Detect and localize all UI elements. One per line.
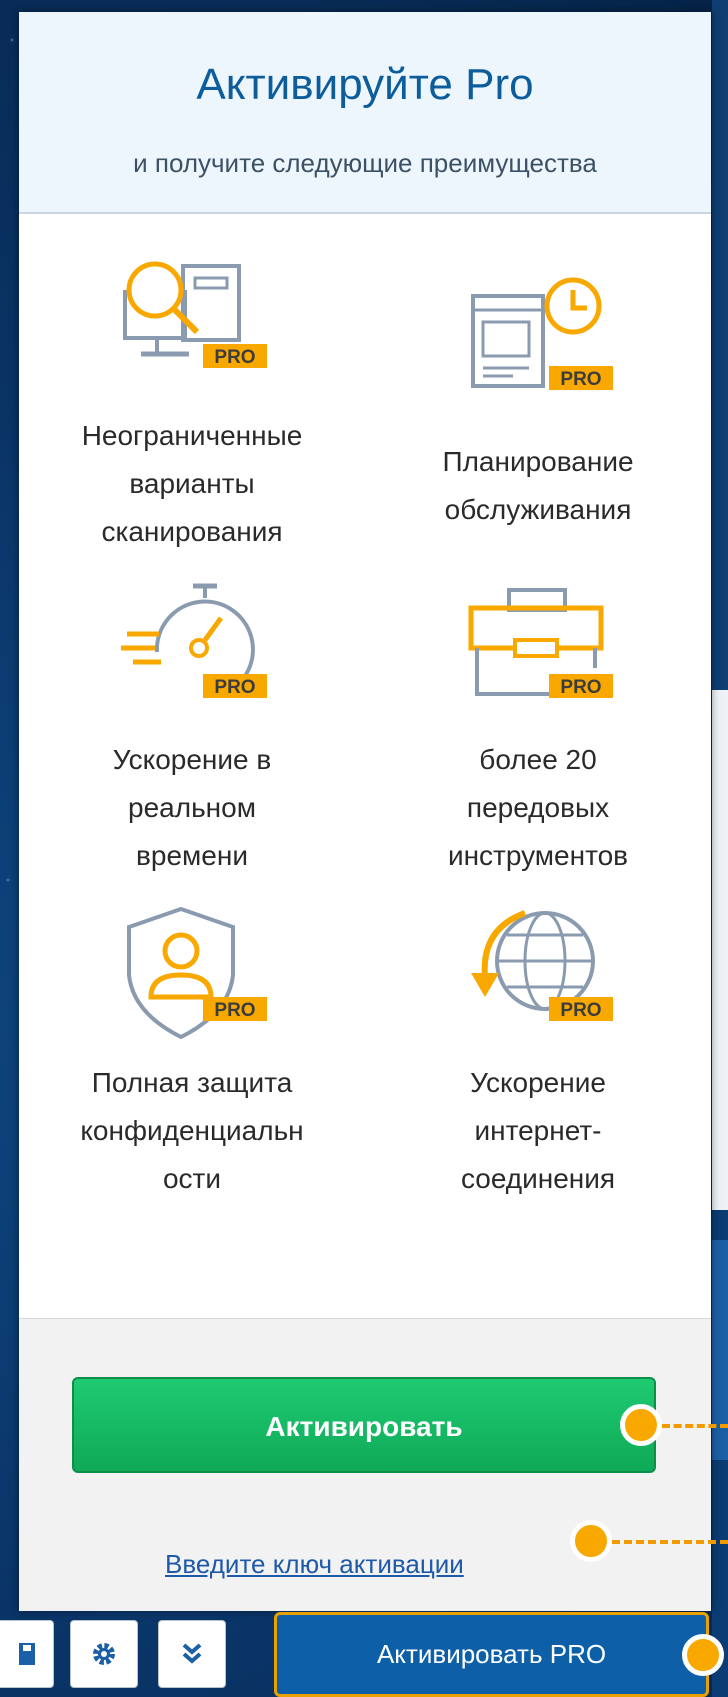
feature-label: Ускорение интернет- соединения [460, 1067, 616, 1194]
activate-pro-popup: Активируйте Pro и получите следующие пре… [19, 12, 711, 1611]
chevron-double-down-icon [182, 1643, 202, 1664]
callout-line [662, 1424, 728, 1428]
activate-pro-button[interactable]: Активировать PRO [274, 1612, 709, 1697]
toolbox-icon: PRO [468, 588, 613, 698]
popup-header: Активируйте Pro и получите следующие пре… [19, 12, 711, 214]
pro-badge: PRO [214, 1000, 255, 1021]
pro-badge: PRO [214, 677, 255, 698]
expand-more-button[interactable] [158, 1620, 226, 1688]
enter-activation-key-link[interactable]: Введите ключ активации [165, 1549, 464, 1580]
pro-badge: PRO [560, 1000, 601, 1021]
popup-footer: Активировать Введите ключ активации [19, 1318, 711, 1611]
save-button[interactable] [0, 1620, 54, 1688]
save-icon [19, 1643, 35, 1665]
feature-privacy-protection: PRO Полная защита конфиденциальн ости [19, 905, 365, 1245]
pro-badge: PRO [214, 347, 255, 368]
feature-label: Планирование обслуживания [442, 446, 634, 525]
feature-label: Неограниченные варианты сканирования [81, 420, 303, 547]
pro-badge: PRO [560, 369, 601, 390]
feature-label: Полная защита конфиденциальн ости [80, 1067, 304, 1194]
feature-internet-boost: PRO Ускорение интернет- соединения [365, 905, 711, 1245]
schedule-clock-icon: PRO [471, 277, 613, 390]
feature-unlimited-scan: PRO Неограниченные варианты сканирования [19, 252, 365, 592]
feature-maintenance-schedule: PRO Планирование обслуживания [365, 274, 711, 614]
feature-advanced-tools: PRO более 20 передовых инструментов [365, 582, 711, 922]
callout-line [612, 1540, 728, 1544]
background-window-edge [712, 0, 728, 1697]
feature-label: Ускорение в реальном времени [112, 744, 272, 871]
gear-icon [93, 1643, 115, 1665]
popup-subtitle: и получите следующие преимущества [133, 148, 597, 178]
bottom-toolbar: Активировать PRO [0, 1612, 728, 1697]
feature-label: более 20 передовых инструментов [447, 744, 629, 871]
globe-arrow-icon: PRO [471, 910, 613, 1021]
activate-button[interactable]: Активировать [72, 1377, 656, 1473]
callout-marker [682, 1634, 724, 1676]
shield-user-icon: PRO [127, 906, 267, 1040]
settings-button[interactable] [70, 1620, 138, 1688]
feature-realtime-boost: PRO Ускорение в реальном времени [19, 582, 365, 922]
stopwatch-speed-icon: PRO [121, 583, 267, 698]
pro-badge: PRO [560, 677, 601, 698]
callout-marker [620, 1404, 662, 1446]
scan-monitor-icon: PRO [123, 261, 267, 368]
popup-title: Активируйте Pro [196, 60, 534, 109]
callout-marker [570, 1520, 612, 1562]
